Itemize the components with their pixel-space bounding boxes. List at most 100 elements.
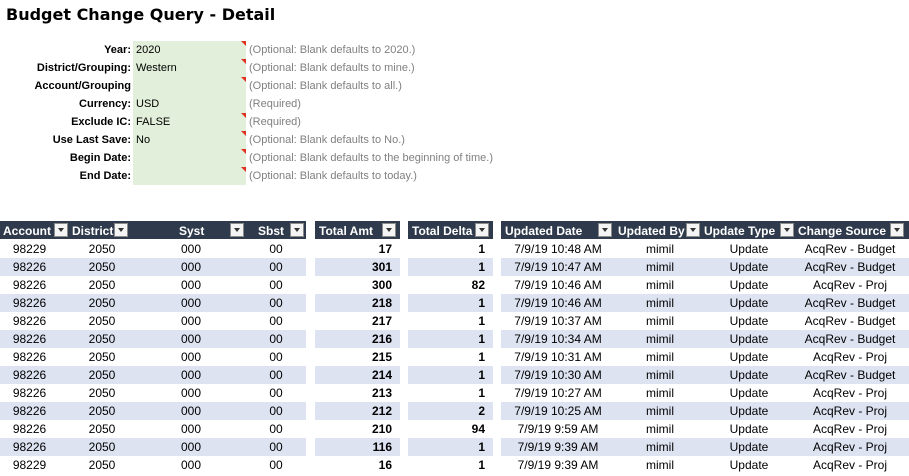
cell-total-delta[interactable]: 1 — [409, 366, 485, 384]
cell-account[interactable]: 98226 — [2, 366, 57, 384]
cell-syst[interactable]: 000 — [168, 258, 214, 276]
cell-syst[interactable]: 000 — [168, 330, 214, 348]
cell-total-delta[interactable]: 94 — [409, 420, 485, 438]
cell-updated-date[interactable]: 7/9/19 10:25 AM — [502, 402, 614, 420]
cell-updated-date[interactable]: 7/9/19 9:39 AM — [502, 456, 614, 474]
cell-sbst[interactable]: 00 — [254, 456, 298, 474]
cell-total-delta[interactable]: 1 — [409, 312, 485, 330]
cell-sbst[interactable]: 00 — [254, 420, 298, 438]
cell-total-delta[interactable]: 1 — [409, 330, 485, 348]
cell-account[interactable]: 98229 — [2, 456, 57, 474]
cell-total-amt[interactable]: 210 — [316, 420, 392, 438]
cell-total-amt[interactable]: 300 — [316, 276, 392, 294]
cell-total-amt[interactable]: 214 — [316, 366, 392, 384]
cell-district[interactable]: 2050 — [78, 276, 126, 294]
cell-total-amt[interactable]: 216 — [316, 330, 392, 348]
cell-change-source[interactable]: AcqRev - Budget — [798, 258, 902, 276]
cell-total-amt[interactable]: 17 — [316, 240, 392, 258]
table-row[interactable]: 98226 2050 000 00 215 1 7/9/19 10:31 AM mimil Up… — [0, 348, 909, 366]
cell-sbst[interactable]: 00 — [254, 312, 298, 330]
cell-updated-by[interactable]: mimil — [632, 276, 688, 294]
cell-district[interactable]: 2050 — [78, 402, 126, 420]
cell-syst[interactable]: 000 — [168, 312, 214, 330]
cell-total-delta[interactable]: 1 — [409, 456, 485, 474]
cell-account[interactable]: 98226 — [2, 348, 57, 366]
cell-updated-date[interactable]: 7/9/19 10:34 AM — [502, 330, 614, 348]
cell-change-source[interactable]: AcqRev - Proj — [798, 348, 902, 366]
cell-district[interactable]: 2050 — [78, 258, 126, 276]
filter-dropdown-change-source[interactable] — [890, 223, 904, 237]
cell-account[interactable]: 98229 — [2, 240, 57, 258]
cell-account[interactable]: 98226 — [2, 420, 57, 438]
cell-total-delta[interactable]: 1 — [409, 384, 485, 402]
cell-updated-date[interactable]: 7/9/19 10:46 AM — [502, 294, 614, 312]
cell-total-delta[interactable]: 82 — [409, 276, 485, 294]
cell-update-type[interactable]: Update — [716, 330, 782, 348]
cell-updated-date[interactable]: 7/9/19 10:31 AM — [502, 348, 614, 366]
cell-change-source[interactable]: AcqRev - Budget — [798, 240, 902, 258]
cell-account[interactable]: 98226 — [2, 276, 57, 294]
cell-change-source[interactable]: AcqRev - Proj — [798, 276, 902, 294]
cell-district[interactable]: 2050 — [78, 240, 126, 258]
cell-sbst[interactable]: 00 — [254, 366, 298, 384]
cell-syst[interactable]: 000 — [168, 420, 214, 438]
cell-sbst[interactable]: 00 — [254, 330, 298, 348]
cell-total-amt[interactable]: 116 — [316, 438, 392, 456]
cell-sbst[interactable]: 00 — [254, 402, 298, 420]
param-input[interactable]: No — [133, 131, 246, 149]
cell-updated-date[interactable]: 7/9/19 10:48 AM — [502, 240, 614, 258]
cell-updated-by[interactable]: mimil — [632, 438, 688, 456]
cell-sbst[interactable]: 00 — [254, 348, 298, 366]
cell-sbst[interactable]: 00 — [254, 294, 298, 312]
cell-change-source[interactable]: AcqRev - Budget — [798, 312, 902, 330]
cell-syst[interactable]: 000 — [168, 294, 214, 312]
table-row[interactable]: 98226 2050 000 00 214 1 7/9/19 10:30 AM mimil Up… — [0, 366, 909, 384]
cell-district[interactable]: 2050 — [78, 438, 126, 456]
filter-dropdown-updated-by[interactable] — [686, 223, 700, 237]
cell-updated-by[interactable]: mimil — [632, 240, 688, 258]
param-input[interactable]: FALSE — [133, 113, 246, 131]
cell-change-source[interactable]: AcqRev - Proj — [798, 438, 902, 456]
table-row[interactable]: 98226 2050 000 00 116 1 7/9/19 9:39 AM mimil Upd… — [0, 438, 909, 456]
cell-district[interactable]: 2050 — [78, 330, 126, 348]
cell-total-delta[interactable]: 1 — [409, 258, 485, 276]
cell-district[interactable]: 2050 — [78, 348, 126, 366]
cell-update-type[interactable]: Update — [716, 438, 782, 456]
param-input[interactable] — [133, 77, 246, 95]
filter-dropdown-total-amt[interactable] — [382, 223, 396, 237]
table-row[interactable]: 98226 2050 000 00 216 1 7/9/19 10:34 AM mimil Up… — [0, 330, 909, 348]
filter-dropdown-update-type[interactable] — [780, 223, 794, 237]
cell-change-source[interactable]: AcqRev - Proj — [798, 420, 902, 438]
cell-update-type[interactable]: Update — [716, 420, 782, 438]
cell-total-amt[interactable]: 212 — [316, 402, 392, 420]
cell-updated-by[interactable]: mimil — [632, 348, 688, 366]
cell-updated-by[interactable]: mimil — [632, 294, 688, 312]
cell-total-amt[interactable]: 213 — [316, 384, 392, 402]
table-row[interactable]: 98226 2050 000 00 212 2 7/9/19 10:25 AM mimil Up… — [0, 402, 909, 420]
cell-account[interactable]: 98226 — [2, 402, 57, 420]
cell-district[interactable]: 2050 — [78, 366, 126, 384]
cell-updated-date[interactable]: 7/9/19 9:59 AM — [502, 420, 614, 438]
cell-update-type[interactable]: Update — [716, 348, 782, 366]
cell-account[interactable]: 98226 — [2, 258, 57, 276]
cell-total-amt[interactable]: 217 — [316, 312, 392, 330]
filter-dropdown-district[interactable] — [114, 223, 128, 237]
cell-updated-by[interactable]: mimil — [632, 384, 688, 402]
cell-total-amt[interactable]: 215 — [316, 348, 392, 366]
cell-total-amt[interactable]: 301 — [316, 258, 392, 276]
filter-dropdown-updated-date[interactable] — [598, 223, 612, 237]
cell-update-type[interactable]: Update — [716, 366, 782, 384]
cell-updated-by[interactable]: mimil — [632, 312, 688, 330]
cell-total-amt[interactable]: 16 — [316, 456, 392, 474]
cell-district[interactable]: 2050 — [78, 294, 126, 312]
cell-updated-date[interactable]: 7/9/19 9:39 AM — [502, 438, 614, 456]
cell-updated-date[interactable]: 7/9/19 10:47 AM — [502, 258, 614, 276]
cell-account[interactable]: 98226 — [2, 384, 57, 402]
filter-dropdown-total-delta[interactable] — [475, 223, 489, 237]
cell-change-source[interactable]: AcqRev - Budget — [798, 330, 902, 348]
filter-dropdown-account[interactable] — [54, 223, 68, 237]
cell-district[interactable]: 2050 — [78, 456, 126, 474]
cell-change-source[interactable]: AcqRev - Budget — [798, 366, 902, 384]
cell-district[interactable]: 2050 — [78, 312, 126, 330]
cell-sbst[interactable]: 00 — [254, 384, 298, 402]
